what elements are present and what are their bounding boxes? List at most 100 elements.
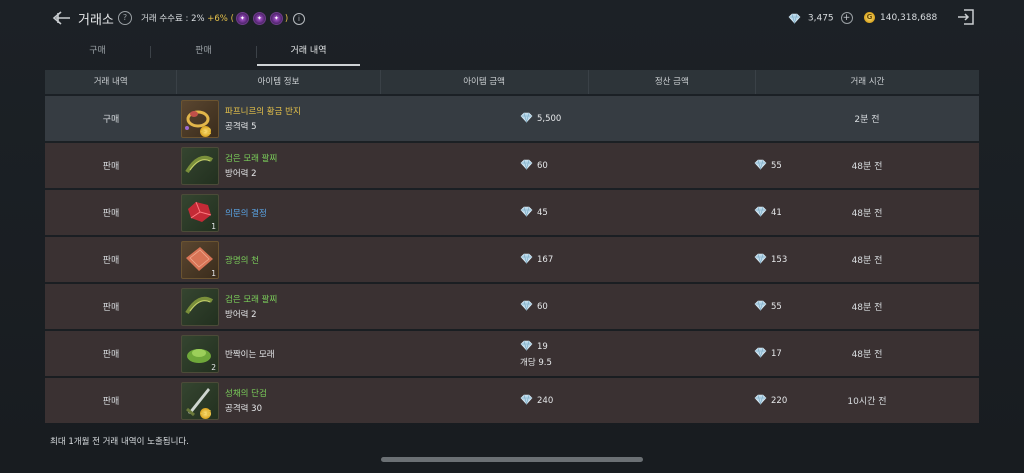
- item-info: 1 의문의 결정: [177, 190, 380, 235]
- item-text: 파프니르의 황금 반지공격력 5: [225, 105, 301, 132]
- item-text: 광명의 천: [225, 254, 259, 266]
- add-diamond-button[interactable]: +: [840, 12, 853, 24]
- price-value: 45: [537, 207, 548, 218]
- settlement-amount: [588, 96, 755, 141]
- sand-icon[interactable]: 2: [181, 334, 219, 373]
- paren-close: ): [284, 14, 289, 24]
- trade-time: 48분 전: [851, 256, 883, 266]
- diamond-icon: [520, 253, 537, 267]
- ring-icon[interactable]: +2: [181, 99, 219, 138]
- item-info: 1 광명의 천: [177, 237, 380, 282]
- diamond-icon: [520, 300, 537, 314]
- header-type: 거래 내역: [45, 70, 178, 94]
- table-row[interactable]: 판매 1 광명의 천 167 153 48분 전: [45, 237, 979, 282]
- table-row[interactable]: 판매 1 의문의 결정 45 41 48분 전: [45, 190, 979, 235]
- tab-sell[interactable]: 판매: [151, 38, 256, 64]
- table-row[interactable]: 판매 검은 모래 팔찌 방어력 2 60 55 48분 전: [45, 143, 979, 188]
- diamond-icon: [520, 159, 537, 173]
- trade-time: 48분 전: [851, 303, 883, 313]
- item-price: 60: [380, 143, 588, 188]
- tab-history[interactable]: 거래 내역: [257, 38, 360, 66]
- trade-time: 48분 전: [851, 162, 883, 172]
- settlement-amount: 41: [588, 190, 782, 235]
- table-row[interactable]: 판매 검은 모래 팔찌방어력 2 60 55 48분 전: [45, 284, 979, 329]
- item-name: 파프니르의 황금 반지: [225, 107, 301, 117]
- dagger-icon[interactable]: +6: [181, 381, 219, 420]
- item-text: 의문의 결정: [225, 207, 267, 219]
- trade-type: 판매: [102, 397, 120, 407]
- bracelet-icon[interactable]: [181, 287, 219, 326]
- trade-type: 판매: [102, 256, 120, 266]
- fee-label: 거래 수수료 : 2%: [141, 14, 205, 24]
- item-name: 검은 모래 팔찌: [225, 154, 278, 164]
- trade-time: 48분 전: [851, 350, 883, 360]
- item-price: 45: [380, 190, 588, 235]
- item-info: +6 성채의 단검공격력 30: [177, 378, 380, 423]
- diamond-icon: [788, 13, 801, 24]
- item-price: 167: [380, 237, 588, 282]
- price-value: 167: [537, 254, 554, 265]
- bracelet-icon[interactable]: [181, 146, 219, 185]
- item-stat: 공격력 30: [225, 404, 262, 414]
- diamond-icon: [520, 340, 537, 354]
- table-row[interactable]: 구매 +2 파프니르의 황금 반지 공격력 5 5,500 2분 전: [45, 96, 979, 141]
- item-text: 성채의 단검공격력 30: [225, 387, 267, 414]
- tab-bar: 구매 판매 거래 내역: [45, 38, 375, 66]
- fee-bonus: +6%: [207, 14, 228, 24]
- buff-icon[interactable]: ✦: [252, 12, 266, 25]
- item-name: 의문의 결정: [225, 208, 267, 219]
- item-name: 검은 모래 팔찌: [225, 295, 278, 305]
- item-text: 반짝이는 모래: [225, 348, 275, 360]
- price-value: 240: [537, 395, 554, 406]
- paren-open: (: [230, 14, 234, 24]
- item-price: 5,500: [380, 96, 588, 141]
- cloth-icon[interactable]: 1: [181, 240, 219, 279]
- settlement-amount: 55: [588, 143, 782, 188]
- item-text: 검은 모래 팔찌방어력 2: [225, 293, 277, 320]
- buff-icon[interactable]: ✦: [235, 12, 249, 25]
- settlement-amount: 17: [588, 331, 782, 376]
- item-name: 성채의 단검: [225, 389, 267, 399]
- fee-info: 거래 수수료 : 2% +6% (✦ ✦ ✦) i: [141, 12, 305, 25]
- gold-amount: 140,318,688: [880, 13, 938, 23]
- page-title: 거래소: [78, 13, 114, 28]
- item-quantity: +6: [200, 407, 212, 419]
- item-info: +2 파프니르의 황금 반지 공격력 5: [177, 96, 380, 141]
- item-price: 19 개당 9.5: [380, 331, 588, 376]
- trade-type: 판매: [102, 303, 120, 313]
- table-header: 거래 내역 아이템 정보 아이템 금액 정산 금액 거래 시간: [45, 70, 979, 94]
- back-arrow-icon[interactable]: [50, 7, 72, 29]
- header-item-info: 아이템 정보: [177, 70, 381, 94]
- header-time: 거래 시간: [850, 77, 885, 87]
- unit-price: 개당 9.5: [520, 357, 552, 368]
- info-icon[interactable]: i: [292, 12, 305, 25]
- top-bar: 거래소 ? 거래 수수료 : 2% +6% (✦ ✦ ✦) i 3,475 + G1…: [0, 0, 1024, 36]
- item-quantity: 1: [211, 268, 216, 278]
- exit-icon[interactable]: [957, 8, 975, 26]
- price-value: 19: [537, 341, 548, 352]
- help-icon[interactable]: ?: [118, 11, 132, 25]
- item-info: 2 반짝이는 모래: [177, 331, 380, 376]
- item-quantity: 2: [211, 362, 216, 372]
- item-stat: 공격력 5: [225, 122, 257, 132]
- table-row[interactable]: 판매 +6 성채의 단검 공격력 30 240 220 10시간 전: [45, 378, 979, 423]
- settlement-amount: 55: [588, 284, 782, 329]
- home-indicator[interactable]: [381, 457, 643, 462]
- trade-type: 구매: [102, 115, 120, 125]
- settlement-amount: 153: [588, 237, 787, 282]
- buff-icon[interactable]: ✦: [269, 12, 283, 25]
- price-value: 5,500: [537, 113, 562, 124]
- crystal-icon[interactable]: 1: [181, 193, 219, 232]
- item-text: 검은 모래 팔찌 방어력 2: [225, 152, 277, 179]
- item-stat: 방어력 2: [225, 310, 257, 320]
- item-info: 검은 모래 팔찌방어력 2: [177, 284, 380, 329]
- tab-buy[interactable]: 구매: [45, 38, 150, 64]
- item-name: 반짝이는 모래: [225, 349, 275, 360]
- item-price: 60: [380, 284, 588, 329]
- table-row[interactable]: 판매 2 반짝이는 모래 19 개당 9.5 17 48분 전: [45, 331, 979, 376]
- price-value: 60: [537, 160, 548, 171]
- diamond-icon: [520, 112, 537, 126]
- diamond-icon: [520, 206, 537, 220]
- trade-type: 판매: [102, 162, 120, 172]
- price-value: 60: [537, 301, 548, 312]
